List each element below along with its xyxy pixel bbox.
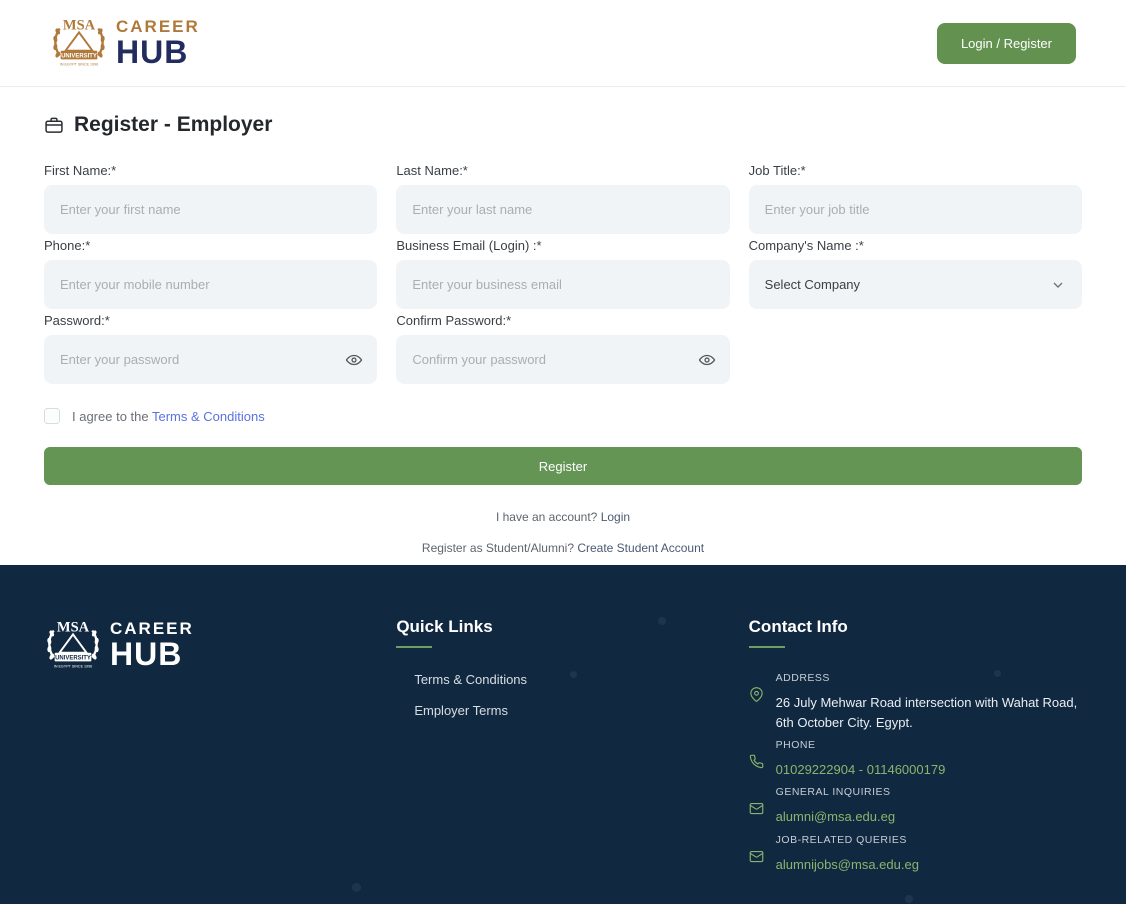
page-title-row: Register - Employer — [44, 113, 1082, 137]
first-name-field-group: First Name:* — [44, 163, 377, 234]
footer-contact-column: Contact Info ADDRESS 26 July Mehwar Road… — [749, 617, 1082, 881]
business-email-input[interactable] — [396, 260, 729, 309]
msa-career-hub-logo: MSA UNIVERSITY IN EGYPT SINCE 1996 CAREE… — [50, 15, 200, 71]
last-name-field-group: Last Name:* — [396, 163, 729, 234]
briefcase-icon — [44, 115, 64, 135]
confirm-password-input[interactable] — [396, 335, 729, 384]
phone-icon — [749, 754, 764, 769]
password-field-group: Password:* — [44, 313, 377, 384]
logo-hub-text: HUB — [110, 638, 194, 670]
phone-label: Phone:* — [44, 238, 377, 253]
eye-icon[interactable] — [345, 351, 363, 369]
footer-employer-terms-link[interactable]: Employer Terms — [414, 703, 729, 718]
company-select-value: Select Company — [765, 277, 860, 292]
terms-agreement-row: I agree to the Terms & Conditions — [44, 408, 1082, 424]
logo-career-text: CAREER — [116, 18, 200, 35]
contact-address-value: 26 July Mehwar Road intersection with Wa… — [776, 693, 1082, 733]
terms-and-conditions-link[interactable]: Terms & Conditions — [152, 409, 265, 424]
last-name-input[interactable] — [396, 185, 729, 234]
business-email-label: Business Email (Login) :* — [396, 238, 729, 253]
decorative-dot — [570, 671, 577, 678]
crest-msa-text: MSA — [57, 619, 90, 635]
footer-quick-links-column: Quick Links Terms & Conditions Employer … — [396, 617, 729, 881]
phone-field-group: Phone:* — [44, 238, 377, 309]
student-prompt-text: Register as Student/Alumni? — [422, 541, 577, 555]
registration-form: First Name:* Last Name:* Job Title:* Pho… — [44, 163, 1082, 384]
eye-icon[interactable] — [698, 351, 716, 369]
login-link[interactable]: Login — [601, 510, 630, 524]
company-name-field-group: Company's Name :* Select Company — [749, 238, 1082, 309]
first-name-label: First Name:* — [44, 163, 377, 178]
contact-item-general-inquiries: GENERAL INQUIRIES alumni@msa.edu.eg — [749, 786, 1082, 827]
last-name-label: Last Name:* — [396, 163, 729, 178]
contact-item-address: ADDRESS 26 July Mehwar Road intersection… — [749, 672, 1082, 733]
msa-university-crest-icon: MSA UNIVERSITY IN EGYPT SINCE 1996 — [44, 617, 102, 673]
heading-underline — [749, 646, 785, 648]
confirm-password-label: Confirm Password:* — [396, 313, 729, 328]
chevron-down-icon — [1050, 277, 1066, 293]
first-name-input[interactable] — [44, 185, 377, 234]
contact-label: GENERAL INQUIRIES — [776, 786, 1082, 798]
login-register-button[interactable]: Login / Register — [937, 23, 1076, 64]
student-register-row: Register as Student/Alumni? Create Stude… — [44, 541, 1082, 555]
contact-phone-value[interactable]: 01029222904 - 01146000179 — [776, 760, 1082, 780]
msa-career-hub-logo-footer: MSA UNIVERSITY IN EGYPT SINCE 1996 CAREE… — [44, 617, 377, 673]
contact-label: ADDRESS — [776, 672, 1082, 684]
crest-university-text: UNIVERSITY — [55, 655, 91, 661]
terms-agreement-text: I agree to the Terms & Conditions — [72, 409, 265, 424]
company-name-label: Company's Name :* — [749, 238, 1082, 253]
job-title-field-group: Job Title:* — [749, 163, 1082, 234]
crest-university-text: UNIVERSITY — [61, 53, 97, 59]
msa-university-crest-icon: MSA UNIVERSITY IN EGYPT SINCE 1996 — [50, 15, 108, 71]
contact-info-heading: Contact Info — [749, 617, 1082, 637]
decorative-dot — [352, 883, 361, 892]
crest-since-text: IN EGYPT SINCE 1996 — [54, 665, 92, 669]
crest-since-text: IN EGYPT SINCE 1996 — [60, 63, 98, 67]
register-employer-form-section: Register - Employer First Name:* Last Na… — [0, 87, 1126, 555]
company-select[interactable]: Select Company — [749, 260, 1082, 309]
page-title: Register - Employer — [74, 113, 272, 137]
logo-career-text: CAREER — [110, 620, 194, 637]
footer-columns: MSA UNIVERSITY IN EGYPT SINCE 1996 CAREE… — [0, 565, 1126, 881]
contact-general-email-value[interactable]: alumni@msa.edu.eg — [776, 807, 1082, 827]
logo-wordmark: CAREER HUB — [110, 620, 194, 670]
confirm-password-field-group: Confirm Password:* — [396, 313, 729, 384]
password-input[interactable] — [44, 335, 377, 384]
business-email-field-group: Business Email (Login) :* — [396, 238, 729, 309]
decorative-dot — [994, 670, 1001, 677]
decorative-dot — [905, 895, 913, 903]
page-footer: MSA UNIVERSITY IN EGYPT SINCE 1996 CAREE… — [0, 565, 1126, 904]
contact-label: PHONE — [776, 739, 1082, 751]
logo-wordmark: CAREER HUB — [116, 18, 200, 68]
envelope-icon — [749, 801, 764, 816]
have-account-row: I have an account? Login — [44, 510, 1082, 524]
location-pin-icon — [749, 687, 764, 702]
crest-msa-text: MSA — [63, 17, 96, 33]
phone-input[interactable] — [44, 260, 377, 309]
terms-checkbox[interactable] — [44, 408, 60, 424]
quick-links-heading: Quick Links — [396, 617, 729, 637]
job-title-input[interactable] — [749, 185, 1082, 234]
envelope-icon — [749, 849, 764, 864]
auth-alternate-links: I have an account? Login Register as Stu… — [44, 510, 1082, 555]
contact-jobs-email-value[interactable]: alumnijobs@msa.edu.eg — [776, 855, 1082, 875]
job-title-label: Job Title:* — [749, 163, 1082, 178]
top-navbar: MSA UNIVERSITY IN EGYPT SINCE 1996 CAREE… — [0, 0, 1126, 87]
logo-hub-text: HUB — [116, 36, 200, 68]
agree-prefix-text: I agree to the — [72, 409, 152, 424]
register-button[interactable]: Register — [44, 447, 1082, 485]
heading-underline — [396, 646, 432, 648]
contact-item-job-queries: JOB-RELATED QUERIES alumnijobs@msa.edu.e… — [749, 834, 1082, 875]
decorative-dot — [658, 617, 666, 625]
empty-grid-cell — [749, 313, 1082, 384]
contact-label: JOB-RELATED QUERIES — [776, 834, 1082, 846]
password-label: Password:* — [44, 313, 377, 328]
footer-logo-column: MSA UNIVERSITY IN EGYPT SINCE 1996 CAREE… — [44, 617, 377, 881]
contact-item-phone: PHONE 01029222904 - 01146000179 — [749, 739, 1082, 780]
login-prompt-text: I have an account? — [496, 510, 601, 524]
create-student-account-link[interactable]: Create Student Account — [577, 541, 704, 555]
